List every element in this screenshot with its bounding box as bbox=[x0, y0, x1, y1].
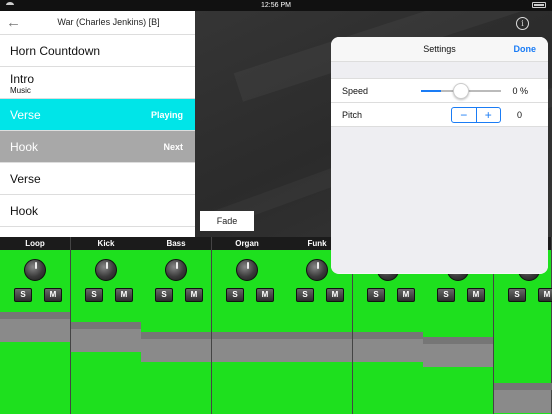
part-name: Intro bbox=[10, 72, 35, 86]
done-button[interactable]: Done bbox=[514, 44, 537, 54]
part-row-hook[interactable]: Hook bbox=[0, 195, 195, 227]
song-parts-panel: ← War (Charles Jenkins) [B] Horn Countdo… bbox=[0, 11, 195, 237]
info-icon[interactable]: i bbox=[516, 17, 529, 30]
solo-button[interactable]: S bbox=[226, 288, 244, 302]
song-header: ← War (Charles Jenkins) [B] bbox=[0, 11, 195, 35]
status-bar: 12:56 PM bbox=[0, 0, 552, 11]
part-row-horn-countdown[interactable]: Horn Countdown bbox=[0, 35, 195, 67]
speed-label: Speed bbox=[342, 86, 369, 96]
volume-fader[interactable] bbox=[353, 331, 423, 362]
pan-knob[interactable] bbox=[236, 259, 258, 281]
pan-knob[interactable] bbox=[306, 259, 328, 281]
back-arrow-icon[interactable]: ← bbox=[6, 15, 22, 31]
status-time: 12:56 PM bbox=[261, 2, 291, 9]
solo-button[interactable]: S bbox=[14, 288, 32, 302]
pitch-label: Pitch bbox=[342, 110, 363, 120]
solo-button[interactable]: S bbox=[85, 288, 103, 302]
solo-button[interactable]: S bbox=[508, 288, 526, 302]
part-name: Hook bbox=[10, 140, 39, 154]
mute-button[interactable]: M bbox=[115, 288, 133, 302]
mute-button[interactable]: M bbox=[185, 288, 203, 302]
volume-fader[interactable] bbox=[212, 331, 282, 362]
volume-fader[interactable] bbox=[494, 382, 552, 413]
mute-button[interactable]: M bbox=[256, 288, 274, 302]
speed-slider-fill bbox=[421, 90, 441, 92]
pan-knob[interactable] bbox=[24, 259, 46, 281]
pan-knob[interactable] bbox=[165, 259, 187, 281]
pitch-stepper: − + bbox=[451, 107, 501, 123]
part-row-verse-playing[interactable]: Verse Playing bbox=[0, 99, 195, 131]
settings-body bbox=[331, 127, 548, 273]
settings-section-gap bbox=[331, 62, 548, 79]
channel-label: Organ bbox=[212, 237, 282, 250]
song-title: War (Charles Jenkins) [B] bbox=[57, 17, 160, 27]
pan-knob[interactable] bbox=[95, 259, 117, 281]
volume-fader[interactable] bbox=[0, 312, 70, 343]
solo-button[interactable]: S bbox=[296, 288, 314, 302]
volume-fader[interactable] bbox=[423, 336, 493, 367]
part-name: Hook bbox=[10, 204, 39, 218]
mute-button[interactable]: M bbox=[397, 288, 415, 302]
speed-value: 0 % bbox=[512, 86, 528, 96]
volume-fader[interactable] bbox=[282, 331, 352, 362]
playing-badge: Playing bbox=[150, 110, 183, 120]
part-subtitle: Music bbox=[10, 86, 31, 95]
part-row-hook-next[interactable]: Hook Next bbox=[0, 131, 195, 163]
part-row-intro[interactable]: Intro Music bbox=[0, 67, 195, 99]
part-name: Verse bbox=[10, 172, 41, 186]
volume-fader[interactable] bbox=[71, 321, 141, 352]
volume-fader[interactable] bbox=[141, 331, 211, 362]
speed-slider[interactable] bbox=[421, 83, 501, 99]
channel-label: Kick bbox=[71, 237, 141, 250]
mixer-channel: Bass S M bbox=[141, 237, 212, 414]
next-badge: Next bbox=[163, 142, 183, 152]
speed-slider-thumb[interactable] bbox=[453, 83, 469, 99]
battery-icon bbox=[532, 2, 546, 8]
solo-button[interactable]: S bbox=[367, 288, 385, 302]
fade-button[interactable]: Fade bbox=[200, 211, 254, 231]
pitch-increment-button[interactable]: + bbox=[477, 108, 501, 122]
pitch-value: 0 bbox=[516, 110, 522, 120]
pitch-decrement-button[interactable]: − bbox=[452, 108, 477, 122]
mixer-channel: Kick S M bbox=[71, 237, 142, 414]
part-name: Horn Countdown bbox=[10, 44, 101, 58]
speed-row: Speed 0 % bbox=[331, 79, 548, 103]
mixer-channel: Organ S M bbox=[212, 237, 283, 414]
settings-popover: Settings Done Speed 0 % Pitch − + 0 bbox=[331, 37, 548, 274]
solo-button[interactable]: S bbox=[155, 288, 173, 302]
channel-label: Bass bbox=[141, 237, 211, 250]
mute-button[interactable]: M bbox=[44, 288, 62, 302]
solo-button[interactable]: S bbox=[437, 288, 455, 302]
mute-button[interactable]: M bbox=[538, 288, 552, 302]
pitch-row: Pitch − + 0 bbox=[331, 103, 548, 127]
part-name: Verse bbox=[10, 108, 41, 122]
wifi-icon bbox=[6, 2, 14, 8]
part-row-verse[interactable]: Verse bbox=[0, 163, 195, 195]
mixer-channel: Loop S M bbox=[0, 237, 71, 414]
mute-button[interactable]: M bbox=[467, 288, 485, 302]
channel-label: Loop bbox=[0, 237, 70, 250]
settings-header: Settings Done bbox=[331, 37, 548, 62]
mute-button[interactable]: M bbox=[326, 288, 344, 302]
